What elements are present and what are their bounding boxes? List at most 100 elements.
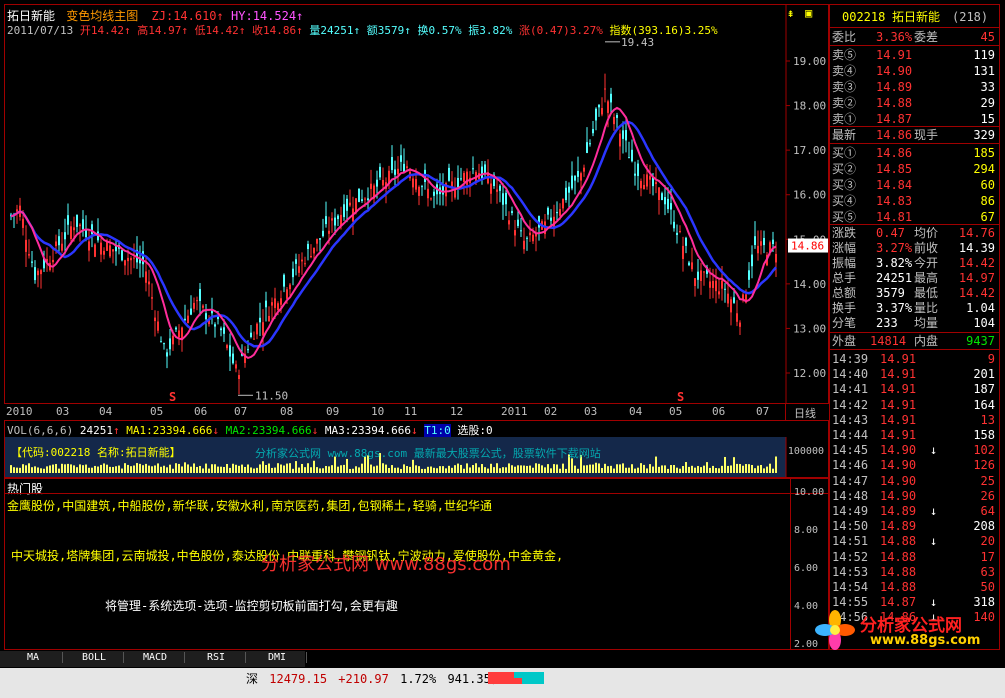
buy-row[interactable]: 买④ 14.83 86: [830, 193, 999, 209]
candle-body: [334, 217, 336, 226]
candle-body: [448, 167, 450, 181]
tab-ma[interactable]: MA: [4, 652, 63, 663]
tick-time: 14:47: [832, 473, 869, 488]
candle-body: [319, 238, 321, 240]
x-axis-label: 03: [584, 405, 598, 418]
x-axis-label: 12: [450, 405, 464, 418]
market-index[interactable]: 深 12479.15 +210.97 1.72% 941.35亿: [246, 670, 503, 687]
stat-row: 涨幅 3.27% 前收 14.39: [830, 240, 999, 256]
tick-volume: 187: [973, 382, 995, 397]
stat-value: 24251: [876, 271, 913, 285]
tick-time: 14:40: [832, 367, 869, 382]
buy-row[interactable]: 买③ 14.84 60: [830, 177, 999, 193]
candle-body: [172, 335, 174, 345]
candle-body: [610, 93, 612, 103]
tab-macd[interactable]: MACD: [126, 652, 185, 663]
vol-ma1: MA1:23394.666: [126, 424, 213, 437]
tick-price: 14.88: [880, 580, 917, 594]
candle-body: [52, 259, 54, 263]
order-label: 买④: [832, 194, 857, 208]
candle-body: [262, 322, 264, 336]
stat-label: 涨跌: [832, 226, 857, 240]
buy-row[interactable]: 买② 14.85 294: [830, 161, 999, 177]
tab-dmi[interactable]: DMI: [248, 652, 307, 663]
x-axis-label: 02: [544, 405, 558, 418]
tick-price: 14.90: [880, 473, 917, 488]
candle-body: [736, 313, 738, 322]
brand-logo: 分析家公式网 www.88gs.com: [810, 609, 1000, 651]
order-label: 卖③: [832, 80, 857, 94]
candle-body: [658, 187, 660, 201]
candle-body: [328, 230, 330, 234]
buy-row[interactable]: 买⑤ 14.81 67: [830, 209, 999, 225]
kline-chart[interactable]: 拓日新能 变色均线主图 ZJ:14.610↑ HY:14.524↑ 2011/0…: [4, 4, 829, 404]
hot-stock-list-1[interactable]: 金鹰股份,中国建筑,中船股份,新华联,安徽水利,南京医药,集团,包钢稀土,轻骑,…: [7, 497, 492, 514]
order-label: 卖②: [832, 96, 857, 110]
tab-rsi[interactable]: RSI: [187, 652, 246, 663]
candle-body: [55, 241, 57, 247]
tick-row: 14:55 14.87 ↓ 318: [830, 594, 999, 610]
candle-body: [655, 182, 657, 185]
tab-boll[interactable]: BOLL: [65, 652, 124, 663]
tick-time: 14:43: [832, 412, 869, 427]
candle-body: [304, 263, 306, 265]
candle-body: [145, 271, 147, 283]
candle-body: [529, 232, 531, 236]
stat-label: 涨幅: [832, 241, 857, 255]
candle-body: [193, 302, 195, 309]
candle-body: [232, 353, 234, 364]
candle-body: [568, 186, 570, 193]
order-volume: 33: [980, 80, 995, 94]
candle-body: [607, 101, 609, 113]
candle-body: [202, 305, 204, 308]
candle-body: [259, 317, 261, 323]
candle-body: [415, 179, 417, 190]
order-label: 买①: [832, 146, 857, 160]
candle-body: [355, 198, 357, 212]
stat-label: 总手: [832, 271, 857, 285]
candle-body: [151, 297, 153, 299]
period-label[interactable]: 日线: [794, 405, 816, 421]
stat-label: 最低: [914, 286, 939, 300]
tick-price: 14.88: [880, 534, 917, 549]
volume-panel[interactable]: VOL(6,6,6) 24251↑ MA1:23394.666↓ MA2:233…: [4, 420, 829, 478]
stat-value: 104: [973, 316, 995, 330]
sell-row[interactable]: 卖② 14.88 29: [830, 95, 999, 111]
stat-row: 涨跌 0.47 均价 14.76: [830, 225, 999, 241]
candle-body: [394, 169, 396, 175]
logo-url: www.88gs.com: [870, 633, 981, 648]
sell-row[interactable]: 卖① 14.87 15: [830, 111, 999, 127]
tick-time: 14:51: [832, 534, 869, 549]
weibi-row: 委比 3.36% 委差 45: [832, 30, 995, 44]
order-label: 卖④: [832, 64, 857, 78]
candle-body: [322, 230, 324, 237]
candle-body: [64, 232, 66, 240]
stock-code: 002218: [842, 10, 886, 24]
vol-t1: T1:0: [424, 424, 451, 437]
stat-value: 3579: [876, 286, 905, 300]
candle-body: [733, 297, 735, 303]
candle-body: [685, 237, 687, 246]
candle-body: [40, 270, 42, 275]
tick-row: 14:39 14.91 9: [830, 351, 999, 367]
hot-stocks-panel[interactable]: 热门股 金鹰股份,中国建筑,中船股份,新华联,安徽水利,南京医药,集团,包钢稀土…: [4, 478, 829, 650]
buy-row[interactable]: 买① 14.86 185: [830, 145, 999, 161]
sell-row[interactable]: 卖⑤ 14.91 119: [830, 47, 999, 63]
sell-row[interactable]: 卖④ 14.90 131: [830, 63, 999, 79]
tick-time: 14:42: [832, 397, 869, 412]
tick-price: 14.89: [880, 504, 917, 518]
candle-body: [184, 318, 186, 321]
candle-body: [247, 349, 249, 351]
candle-body: [256, 323, 258, 335]
candle-body: [526, 237, 528, 239]
tick-volume: 208: [973, 519, 995, 534]
sell-row[interactable]: 卖③ 14.89 33: [830, 79, 999, 95]
candle-body: [274, 298, 276, 308]
candle-body: [220, 328, 222, 331]
breadth-bar: [488, 672, 544, 684]
ma-slow-line: [10, 120, 777, 348]
order-volume: 86: [980, 194, 995, 208]
candle-body: [250, 332, 252, 337]
tick-volume: 20: [980, 534, 995, 549]
index-value: 12479.15: [269, 672, 328, 686]
